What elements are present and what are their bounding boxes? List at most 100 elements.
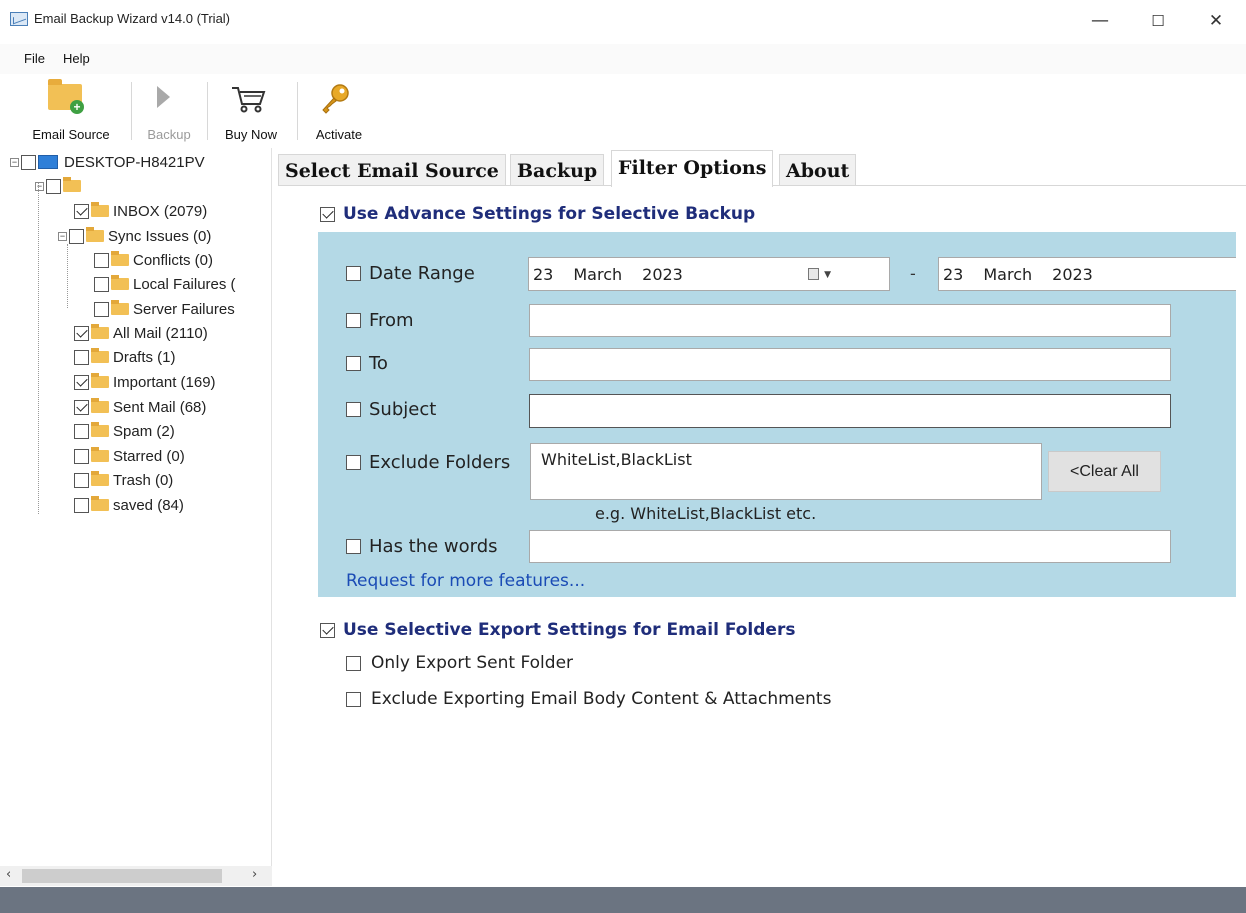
tree-checkbox[interactable] — [74, 203, 89, 219]
date-to-year: 2023 — [1052, 264, 1093, 284]
tree-item-saved[interactable]: saved (84) — [74, 493, 184, 517]
tree-item-spam[interactable]: Spam (2) — [74, 419, 175, 443]
collapse-icon[interactable]: − — [10, 157, 19, 167]
menu-file[interactable]: File — [24, 51, 45, 66]
tree-item-label: All Mail (2110) — [113, 324, 208, 342]
tab-about[interactable]: About — [779, 154, 857, 186]
tree-checkbox[interactable] — [74, 448, 89, 464]
tree-checkbox[interactable] — [74, 325, 89, 341]
exclude-folders-toggle[interactable]: Exclude Folders — [346, 452, 510, 473]
tree-checkbox[interactable] — [74, 472, 89, 488]
to-toggle[interactable]: To — [346, 353, 388, 374]
maximize-button[interactable]: ☐ — [1138, 6, 1178, 36]
advance-settings-toggle[interactable]: Use Advance Settings for Selective Backu… — [320, 204, 755, 224]
exclude-body-label: Exclude Exporting Email Body Content & A… — [371, 689, 832, 709]
tree-item-drafts[interactable]: Drafts (1) — [74, 345, 176, 369]
backup-button[interactable]: Backup — [137, 76, 201, 146]
only-export-sent-checkbox[interactable] — [346, 655, 361, 671]
toolbar-separator — [207, 82, 208, 140]
tree-item-server-failures[interactable]: Server Failures — [94, 297, 235, 321]
computer-icon — [38, 155, 58, 169]
clear-all-button[interactable]: <Clear All — [1048, 451, 1161, 492]
request-features-link[interactable]: Request for more features... — [346, 571, 585, 591]
date-range-checkbox[interactable] — [346, 266, 361, 281]
tree-checkbox[interactable] — [21, 154, 36, 170]
tree-checkbox[interactable] — [94, 276, 109, 292]
has-words-checkbox[interactable] — [346, 539, 361, 554]
email-source-button[interactable]: + Email Source — [18, 76, 124, 146]
close-button[interactable]: ✕ — [1196, 6, 1236, 36]
tree-checkbox[interactable] — [74, 497, 89, 513]
tree-item-label: Sent Mail (68) — [113, 398, 207, 416]
exclude-body-toggle[interactable]: Exclude Exporting Email Body Content & A… — [346, 689, 831, 709]
tree-horizontal-scrollbar[interactable]: ‹ › — [0, 866, 272, 886]
menu-help[interactable]: Help — [63, 51, 90, 66]
tree-item-sync-issues[interactable]: − Sync Issues (0) — [58, 224, 211, 248]
activate-button[interactable]: Activate — [304, 76, 374, 146]
tree-checkbox[interactable] — [74, 423, 89, 439]
advance-settings-label: Use Advance Settings for Selective Backu… — [343, 204, 756, 224]
toolbar-separator — [297, 82, 298, 140]
collapse-icon[interactable]: − — [58, 231, 67, 241]
chevron-down-icon[interactable]: ▼ — [824, 270, 831, 280]
exclude-folders-field[interactable]: WhiteList,BlackList — [530, 443, 1042, 500]
buy-now-label: Buy Now — [224, 127, 278, 142]
date-from-year: 2023 — [642, 264, 683, 284]
has-words-toggle[interactable]: Has the words — [346, 536, 498, 557]
scroll-left-icon[interactable]: ‹ — [6, 867, 11, 882]
only-export-sent-toggle[interactable]: Only Export Sent Folder — [346, 653, 573, 673]
key-icon — [322, 84, 349, 114]
only-export-sent-label: Only Export Sent Folder — [371, 653, 574, 673]
tree-item-sent-mail[interactable]: Sent Mail (68) — [74, 395, 206, 419]
tree-checkbox[interactable] — [46, 178, 61, 194]
tab-backup[interactable]: Backup — [510, 154, 605, 186]
tree-item-starred[interactable]: Starred (0) — [74, 444, 185, 468]
tree-checkbox[interactable] — [69, 228, 84, 244]
subject-toggle[interactable]: Subject — [346, 399, 436, 420]
subject-checkbox[interactable] — [346, 402, 361, 417]
tree-checkbox[interactable] — [74, 349, 89, 365]
tab-select-email-source[interactable]: Select Email Source — [278, 154, 506, 186]
tree-item-local-failures[interactable]: Local Failures ( — [94, 272, 236, 296]
tree-item-important[interactable]: Important (169) — [74, 370, 216, 394]
tree-account[interactable]: − — [35, 174, 85, 198]
exclude-folders-checkbox[interactable] — [346, 455, 361, 470]
scroll-right-icon[interactable]: › — [252, 867, 257, 882]
advance-settings-checkbox[interactable] — [320, 206, 335, 222]
tree-checkbox[interactable] — [94, 301, 109, 317]
from-field[interactable] — [529, 304, 1171, 337]
has-words-field[interactable] — [529, 530, 1171, 563]
minimize-button[interactable]: — — [1080, 6, 1120, 36]
tree-item-conflicts[interactable]: Conflicts (0) — [94, 248, 213, 272]
date-range-label: Date Range — [369, 263, 475, 284]
play-icon — [157, 86, 170, 108]
tree-checkbox[interactable] — [74, 374, 89, 390]
envelope-app-icon — [10, 12, 28, 26]
exclude-body-checkbox[interactable] — [346, 691, 361, 707]
tree-checkbox[interactable] — [74, 399, 89, 415]
to-field[interactable] — [529, 348, 1171, 381]
to-checkbox[interactable] — [346, 356, 361, 371]
date-to-month: March — [983, 264, 1033, 284]
tree-item-inbox[interactable]: INBOX (2079) — [74, 199, 207, 223]
scrollbar-thumb[interactable] — [22, 869, 222, 883]
from-checkbox[interactable] — [346, 313, 361, 328]
tab-filter-options[interactable]: Filter Options — [611, 150, 774, 187]
to-label: To — [369, 353, 388, 374]
calendar-icon[interactable] — [808, 268, 819, 280]
folder-icon — [111, 275, 129, 290]
from-toggle[interactable]: From — [346, 310, 414, 331]
date-range-toggle[interactable]: Date Range — [346, 263, 475, 284]
export-settings-checkbox[interactable] — [320, 622, 335, 638]
tree-checkbox[interactable] — [94, 252, 109, 268]
date-from-picker[interactable]: 23 March 2023 ▼ — [528, 257, 890, 291]
tree-item-trash[interactable]: Trash (0) — [74, 468, 173, 492]
tree-item-all-mail[interactable]: All Mail (2110) — [74, 321, 208, 345]
tree-root[interactable]: − DESKTOP-H8421PV — [10, 150, 205, 174]
subject-field[interactable] — [529, 394, 1171, 428]
date-to-picker[interactable]: 23 March 2023 — [938, 257, 1236, 291]
buy-now-button[interactable]: Buy Now — [212, 76, 290, 146]
collapse-icon[interactable]: − — [35, 181, 44, 191]
export-settings-toggle[interactable]: Use Selective Export Settings for Email … — [320, 620, 795, 640]
exclude-folders-value: WhiteList,BlackList — [541, 450, 692, 469]
